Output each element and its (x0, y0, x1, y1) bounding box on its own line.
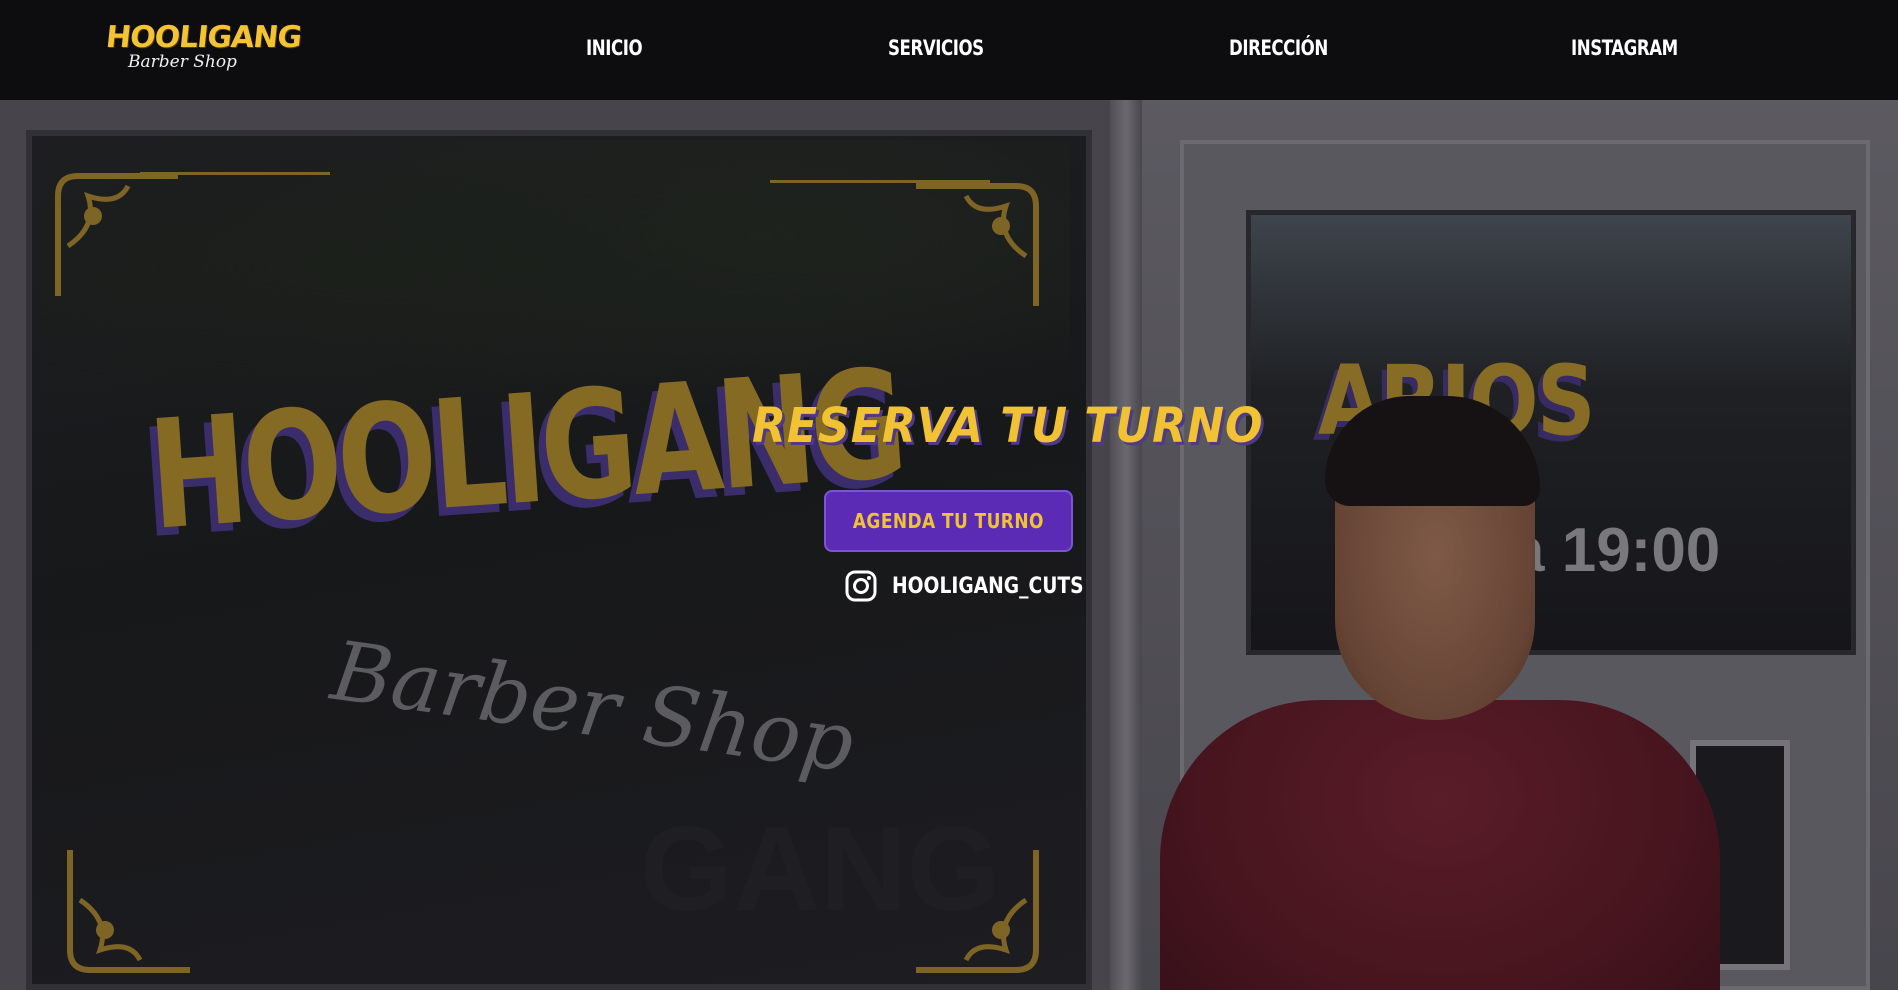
nav-item-instagram[interactable]: INSTAGRAM (1571, 36, 1678, 60)
nav-item-servicios[interactable]: SERVICIOS (888, 36, 984, 60)
instagram-link[interactable]: HOOLIGANG_CUTS (844, 568, 1117, 604)
site-header: HOOLIGANG Barber Shop INICIO SERVICIOS D… (0, 0, 1898, 100)
hero-title: RESERVA TU TURNO (752, 398, 1264, 454)
brand-logo[interactable]: HOOLIGANG Barber Shop (104, 20, 303, 78)
logo-tagline: Barber Shop (128, 52, 237, 72)
instagram-icon (845, 570, 877, 602)
nav-item-direccion[interactable]: DIRECCIÓN (1229, 36, 1328, 60)
book-appointment-label: AGENDA TU TURNO (852, 509, 1045, 533)
book-appointment-button[interactable]: AGENDA TU TURNO (824, 490, 1073, 552)
instagram-handle: HOOLIGANG_CUTS (892, 573, 1084, 599)
logo-wordmark: HOOLIGANG (104, 20, 303, 55)
nav-item-inicio[interactable]: INICIO (586, 36, 643, 60)
